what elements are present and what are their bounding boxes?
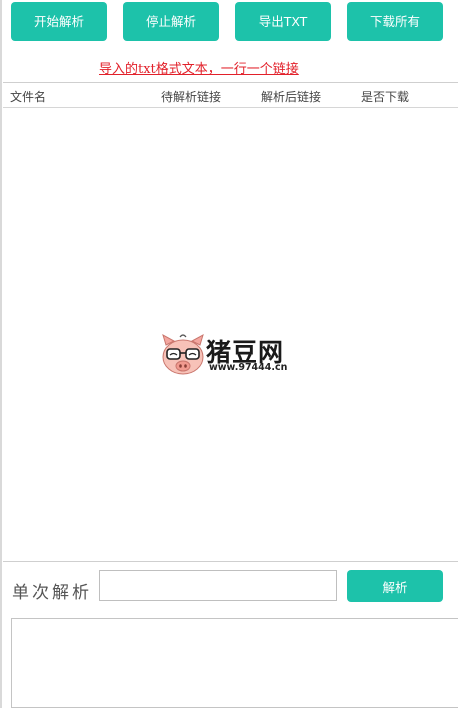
link-table[interactable]: 文件名 待解析链接 解析后链接 是否下载 (3, 82, 458, 562)
column-header-source-link[interactable]: 待解析链接 (161, 88, 221, 105)
parse-button[interactable]: 解析 (347, 570, 443, 602)
single-parse-input[interactable] (99, 570, 337, 601)
download-all-button[interactable]: 下载所有 (347, 2, 443, 41)
column-header-downloaded[interactable]: 是否下载 (361, 88, 409, 105)
window-left-edge (0, 0, 2, 708)
watermark-url: www.97444.cn (209, 362, 288, 373)
import-hint-link[interactable]: 导入的txt格式文本，一行一个链接 (99, 58, 299, 77)
table-header: 文件名 待解析链接 解析后链接 是否下载 (3, 83, 458, 108)
export-txt-button[interactable]: 导出TXT (235, 2, 331, 41)
column-header-parsed-link[interactable]: 解析后链接 (261, 88, 321, 105)
stop-parse-button[interactable]: 停止解析 (123, 2, 219, 41)
single-parse-label: 单次解析 (12, 583, 92, 603)
parse-result-textarea[interactable] (11, 618, 458, 708)
column-header-filename[interactable]: 文件名 (10, 88, 46, 105)
pig-mascot-icon (162, 333, 204, 375)
watermark-logo: 猪豆网 www.97444.cn (160, 333, 310, 379)
toolbar: 开始解析 停止解析 导出TXT 下载所有 (0, 0, 458, 44)
start-parse-button[interactable]: 开始解析 (11, 2, 107, 41)
